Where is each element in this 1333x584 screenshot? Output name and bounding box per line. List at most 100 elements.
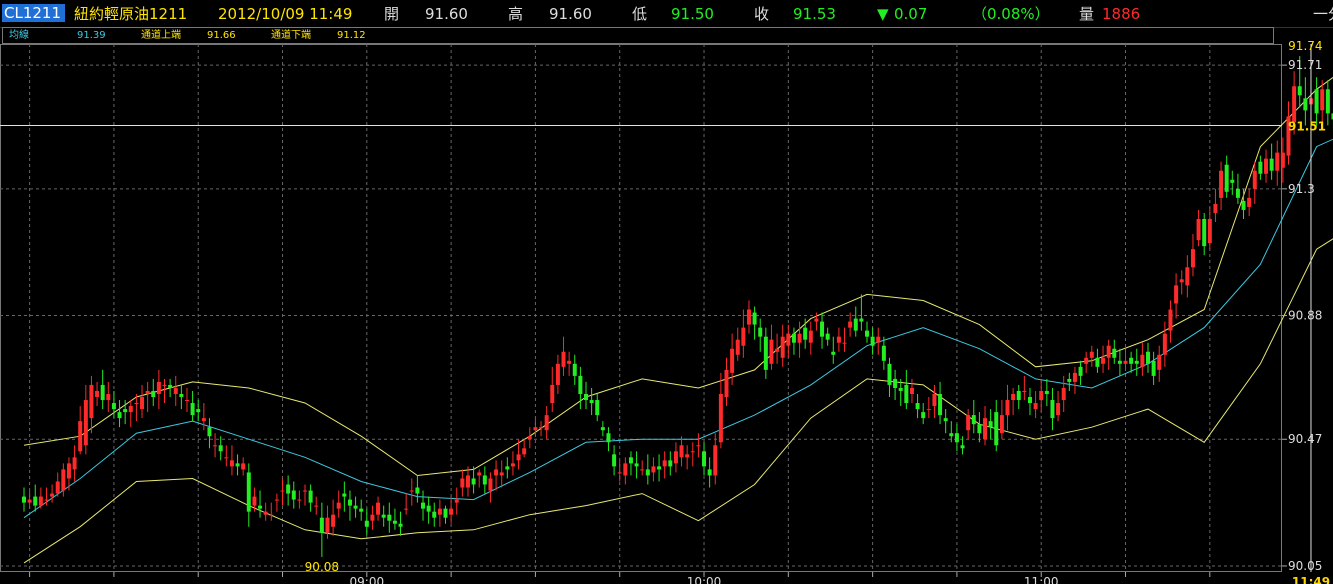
candle-body bbox=[690, 451, 695, 453]
grid bbox=[0, 44, 1282, 572]
candle-body bbox=[1123, 360, 1128, 364]
candle-body bbox=[904, 384, 909, 404]
candle-body bbox=[758, 327, 763, 337]
candle-body bbox=[156, 381, 161, 394]
candle-body bbox=[331, 514, 336, 527]
candle-body bbox=[612, 454, 617, 467]
price-chart[interactable]: 91.74 90.08 90.05 90.47 90.88 91.3 91.71 09:00… bbox=[0, 0, 1333, 584]
x-tick-label: 10:00 bbox=[687, 575, 722, 584]
candle-body bbox=[252, 496, 257, 506]
candle-body bbox=[482, 475, 487, 485]
candle-body bbox=[308, 490, 313, 503]
candle-body bbox=[685, 454, 690, 458]
candle-body bbox=[83, 400, 88, 446]
candle-body bbox=[808, 330, 813, 343]
candle-body bbox=[1314, 89, 1319, 114]
plot-frame bbox=[0, 44, 1282, 572]
candle-body bbox=[201, 418, 206, 422]
candle-body bbox=[516, 454, 521, 461]
candle-body bbox=[1157, 354, 1162, 370]
candle-body bbox=[853, 318, 858, 331]
y-tick-label: 90.88 bbox=[1288, 309, 1322, 323]
candle-body bbox=[269, 514, 274, 516]
x-tick-label: 11:49 bbox=[1292, 575, 1330, 584]
candle-body bbox=[713, 445, 718, 476]
low-annotation: 90.08 bbox=[305, 560, 339, 574]
candle-body bbox=[224, 457, 229, 459]
candle-body bbox=[38, 496, 43, 506]
candle-body bbox=[477, 472, 482, 476]
candle-body bbox=[539, 427, 544, 429]
candle-body bbox=[859, 318, 864, 322]
candle-body bbox=[510, 463, 515, 467]
candle-body bbox=[938, 393, 943, 416]
bollinger-bands bbox=[23, 76, 1333, 564]
candle-body bbox=[1039, 390, 1044, 401]
candle-body bbox=[145, 390, 150, 394]
candle-body bbox=[634, 463, 639, 467]
candle-body bbox=[994, 412, 999, 446]
candle-body bbox=[718, 393, 723, 443]
candle-body bbox=[1050, 400, 1055, 419]
candle-body bbox=[1005, 400, 1010, 416]
candle-body bbox=[66, 463, 71, 479]
candle-body bbox=[1247, 197, 1252, 207]
candle-body bbox=[78, 421, 83, 452]
candle-body bbox=[746, 309, 751, 325]
candle-body bbox=[1022, 390, 1027, 392]
candle-body bbox=[893, 378, 898, 388]
candle-body bbox=[1230, 179, 1235, 183]
candle-body bbox=[1325, 89, 1330, 114]
candle-body bbox=[1235, 188, 1240, 198]
candle-body bbox=[589, 400, 594, 404]
candle-body bbox=[404, 508, 409, 510]
candle-body bbox=[1011, 393, 1016, 401]
candle-body bbox=[1016, 390, 1021, 401]
candle-body bbox=[179, 393, 184, 398]
candle-body bbox=[820, 321, 825, 337]
candle-body bbox=[522, 448, 527, 455]
candle-body bbox=[645, 469, 650, 476]
y-tick-label: 90.47 bbox=[1288, 432, 1322, 446]
candle-body bbox=[1190, 249, 1195, 268]
candle-body bbox=[786, 333, 791, 346]
candle-body bbox=[1162, 333, 1167, 355]
candle-body bbox=[1072, 372, 1077, 382]
candle-body bbox=[921, 412, 926, 419]
candle-body bbox=[724, 369, 729, 398]
candle-body bbox=[606, 433, 611, 443]
lower-band-line bbox=[23, 238, 1333, 564]
candle-body bbox=[1027, 397, 1032, 404]
candle-body bbox=[1264, 158, 1269, 174]
candle-body bbox=[95, 390, 100, 398]
candle-body bbox=[106, 393, 111, 401]
candle-body bbox=[898, 387, 903, 391]
candle-body bbox=[763, 336, 768, 370]
candle-body bbox=[409, 490, 414, 492]
candle-body bbox=[151, 390, 156, 398]
candle-body bbox=[1112, 348, 1117, 358]
candle-body bbox=[123, 409, 128, 413]
candle-body bbox=[499, 472, 504, 476]
candle-body bbox=[421, 502, 426, 509]
candle-body bbox=[1280, 152, 1285, 168]
candle-body bbox=[1033, 403, 1038, 410]
candle-body bbox=[1151, 360, 1156, 376]
candle-body bbox=[1089, 351, 1094, 358]
candle-body bbox=[494, 469, 499, 476]
candle-body bbox=[1061, 387, 1066, 401]
candle-body bbox=[752, 312, 757, 325]
candle-body bbox=[550, 384, 555, 404]
candle-body bbox=[887, 363, 892, 385]
candle-body bbox=[1078, 366, 1083, 376]
candle-body bbox=[274, 499, 279, 501]
candle-body bbox=[1241, 200, 1246, 210]
candle-body bbox=[1134, 360, 1139, 364]
candle-body bbox=[735, 339, 740, 355]
candle-body bbox=[184, 400, 189, 402]
candle-body bbox=[314, 505, 319, 507]
high-annotation: 91.74 bbox=[1288, 39, 1322, 53]
candle-body bbox=[971, 415, 976, 425]
candle-body bbox=[1202, 218, 1207, 247]
candle-body bbox=[1219, 170, 1224, 198]
